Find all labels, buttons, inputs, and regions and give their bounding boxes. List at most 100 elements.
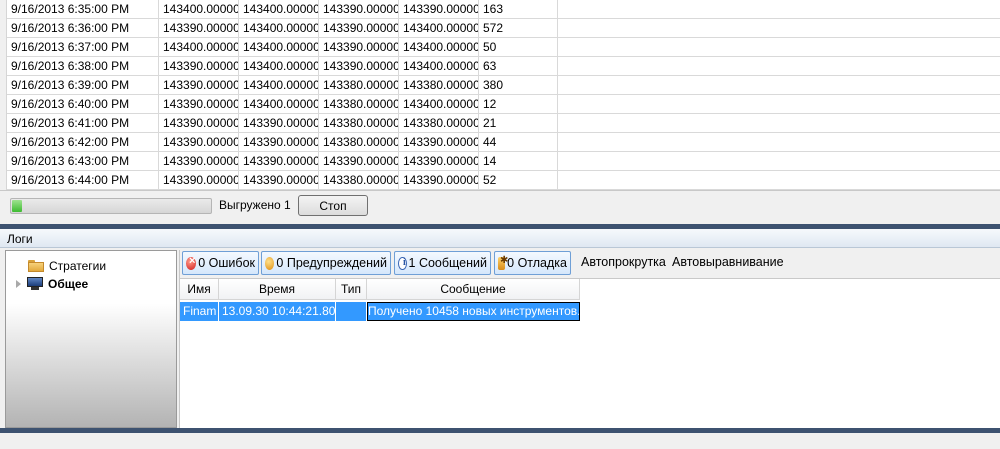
grid-row[interactable]: 9/16/2013 6:44:00 PM 143390.00000 143390.0… <box>7 171 1000 190</box>
folder-icon <box>28 260 44 272</box>
cell-low: 143390.00000 <box>319 152 399 170</box>
cell-low: 143390.00000 <box>319 38 399 56</box>
tree-item-strategies[interactable]: Стратегии <box>28 259 106 273</box>
cell-high: 143390.00000 <box>239 133 319 151</box>
cell-volume: 14 <box>479 152 558 170</box>
cell-filler <box>558 19 1000 37</box>
column-header-type[interactable]: Тип <box>336 279 367 299</box>
grid-row[interactable]: 9/16/2013 6:42:00 PM 143390.00000 143390.0… <box>7 133 1000 152</box>
log-sources-tree[interactable]: Стратегии Общее <box>5 250 177 428</box>
cell-close: 143400.00000 <box>399 95 479 113</box>
logs-panel-title: Логи <box>7 232 33 246</box>
cell-volume: 50 <box>479 38 558 56</box>
autoscroll-toggle[interactable]: Автопрокрутка <box>581 255 666 269</box>
cell-close: 143390.00000 <box>399 171 479 189</box>
column-header-name[interactable]: Имя <box>180 279 219 299</box>
cell-volume: 12 <box>479 95 558 113</box>
cell-open: 143390.00000 <box>159 95 239 113</box>
cell-volume: 44 <box>479 133 558 151</box>
cell-close: 143390.00000 <box>399 0 479 18</box>
cell-open: 143390.00000 <box>159 114 239 132</box>
tree-item-general[interactable]: Общее <box>16 277 88 291</box>
warnings-filter-label: 0 Предупреждений <box>276 256 387 270</box>
cell-high: 143390.00000 <box>239 114 319 132</box>
tree-item-label: Стратегии <box>49 259 107 273</box>
candles-grid[interactable]: 9/16/2013 6:35:00 PM 143400.00000 143400.0… <box>0 0 1000 190</box>
cell-high: 143400.00000 <box>239 0 319 18</box>
log-messages-grid[interactable]: Имя Время Тип Сообщение Finam 13.09.30 1… <box>180 278 1000 429</box>
cell-close: 143400.00000 <box>399 19 479 37</box>
cell-open: 143390.00000 <box>159 76 239 94</box>
cell-close: 143380.00000 <box>399 76 479 94</box>
errors-filter-label: 0 Ошибок <box>198 256 255 270</box>
grid-row[interactable]: 9/16/2013 6:43:00 PM 143390.00000 143390.0… <box>7 152 1000 171</box>
cell-filler <box>558 38 1000 56</box>
grid-row[interactable]: 9/16/2013 6:39:00 PM 143390.00000 143400.0… <box>7 76 1000 95</box>
cell-time: 9/16/2013 6:39:00 PM <box>7 76 159 94</box>
autoalign-toggle[interactable]: Автовыравнивание <box>672 255 784 269</box>
cell-low: 143380.00000 <box>319 76 399 94</box>
cell-filler <box>558 152 1000 170</box>
cell-low: 143390.00000 <box>319 57 399 75</box>
cell-volume: 163 <box>479 0 558 18</box>
cell-high: 143390.00000 <box>239 152 319 170</box>
grid-row-header-strip <box>0 0 7 190</box>
log-cell-message: Получено 10458 новых инструментов. <box>367 302 580 321</box>
cell-volume: 52 <box>479 171 558 189</box>
column-header-message[interactable]: Сообщение <box>367 279 580 299</box>
cell-low: 143380.00000 <box>319 171 399 189</box>
log-row[interactable]: Finam 13.09.30 10:44:21.807 Получено 104… <box>180 302 580 321</box>
cell-close: 143400.00000 <box>399 57 479 75</box>
cell-close: 143390.00000 <box>399 152 479 170</box>
cell-open: 143390.00000 <box>159 57 239 75</box>
column-header-time[interactable]: Время <box>219 279 336 299</box>
cell-filler <box>558 171 1000 189</box>
cell-volume: 21 <box>479 114 558 132</box>
cell-time: 9/16/2013 6:38:00 PM <box>7 57 159 75</box>
debug-filter-button[interactable]: 0 Отладка <box>494 251 571 275</box>
grid-row[interactable]: 9/16/2013 6:37:00 PM 143400.00000 143400.0… <box>7 38 1000 57</box>
expand-arrow-icon[interactable] <box>16 280 21 288</box>
cell-time: 9/16/2013 6:35:00 PM <box>7 0 159 18</box>
cell-high: 143400.00000 <box>239 76 319 94</box>
cell-open: 143400.00000 <box>159 0 239 18</box>
stop-button[interactable]: Стоп <box>298 195 368 216</box>
cell-filler <box>558 0 1000 18</box>
log-cell-name: Finam <box>180 302 219 321</box>
cell-close: 143380.00000 <box>399 114 479 132</box>
cell-time: 9/16/2013 6:37:00 PM <box>7 38 159 56</box>
cell-low: 143380.00000 <box>319 95 399 113</box>
grid-row[interactable]: 9/16/2013 6:35:00 PM 143400.00000 143400.0… <box>7 0 1000 19</box>
export-status-bar: Выгружено 1 Стоп <box>0 190 1000 220</box>
grid-row[interactable]: 9/16/2013 6:36:00 PM 143390.00000 143400.0… <box>7 19 1000 38</box>
debug-filter-label: 0 Отладка <box>507 256 567 270</box>
cell-high: 143400.00000 <box>239 19 319 37</box>
grid-row[interactable]: 9/16/2013 6:40:00 PM 143390.00000 143400.0… <box>7 95 1000 114</box>
export-progress-bar <box>10 198 212 214</box>
errors-filter-button[interactable]: 0 Ошибок <box>182 251 259 275</box>
log-messages-pane: 0 Ошибок 0 Предупреждений 1 Сообщений 0 … <box>179 250 1000 429</box>
cell-low: 143380.00000 <box>319 133 399 151</box>
grid-row[interactable]: 9/16/2013 6:38:00 PM 143390.00000 143400.0… <box>7 57 1000 76</box>
debug-icon <box>498 255 509 270</box>
warning-icon <box>265 256 275 270</box>
warnings-filter-button[interactable]: 0 Предупреждений <box>261 251 391 275</box>
cell-time: 9/16/2013 6:42:00 PM <box>7 133 159 151</box>
tree-item-label: Общее <box>48 277 89 291</box>
grid-row[interactable]: 9/16/2013 6:41:00 PM 143390.00000 143390.0… <box>7 114 1000 133</box>
cell-filler <box>558 57 1000 75</box>
logs-panel-header: Логи <box>0 229 1000 248</box>
error-icon <box>186 255 197 270</box>
cell-volume: 380 <box>479 76 558 94</box>
cell-close: 143390.00000 <box>399 133 479 151</box>
export-progress-fill <box>12 200 22 212</box>
cell-time: 9/16/2013 6:40:00 PM <box>7 95 159 113</box>
messages-filter-button[interactable]: 1 Сообщений <box>394 251 491 275</box>
cell-open: 143390.00000 <box>159 152 239 170</box>
cell-high: 143400.00000 <box>239 95 319 113</box>
cell-filler <box>558 114 1000 132</box>
cell-high: 143400.00000 <box>239 38 319 56</box>
cell-time: 9/16/2013 6:36:00 PM <box>7 19 159 37</box>
cell-time: 9/16/2013 6:44:00 PM <box>7 171 159 189</box>
cell-open: 143400.00000 <box>159 38 239 56</box>
